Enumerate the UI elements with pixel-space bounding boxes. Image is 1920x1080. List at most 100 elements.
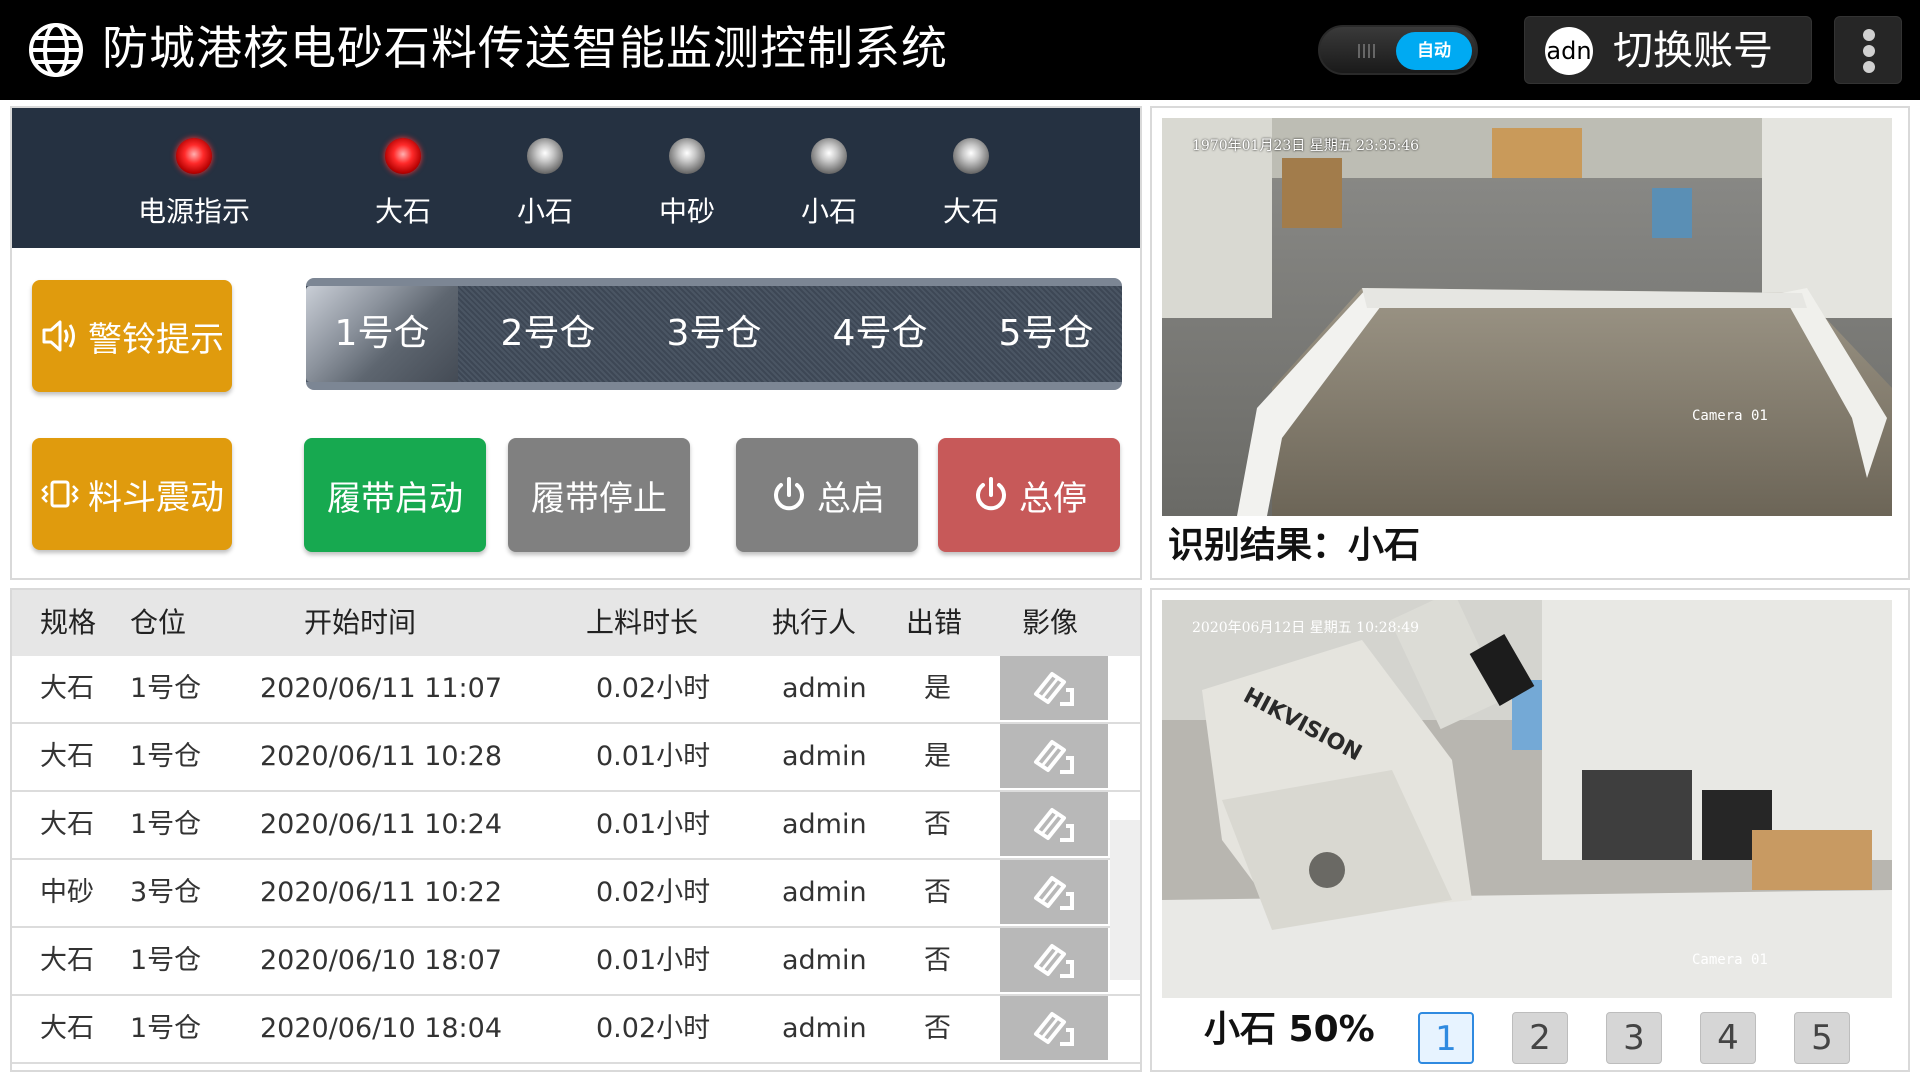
cell-operator: admin	[782, 1013, 867, 1044]
camera-1-name: Camera 01	[1692, 408, 1768, 424]
belt-stop-button[interactable]: 履带停止	[508, 438, 690, 552]
camera-feed-1[interactable]: 1970年01月23日 星期五 23:35:46 Camera 01	[1162, 118, 1892, 516]
table-row: 大石 1号仓 2020/06/11 10:28 0.01小时 admin 是	[12, 724, 1140, 792]
view-image-button[interactable]	[1000, 724, 1108, 788]
table-row: 中砂 3号仓 2020/06/11 10:22 0.02小时 admin 否	[12, 860, 1140, 928]
cell-operator: admin	[782, 741, 867, 772]
cell-bin: 1号仓	[130, 1013, 202, 1044]
indicator-power: 电源指示	[114, 108, 274, 248]
cell-spec: 中砂	[40, 877, 94, 908]
alarm-button[interactable]: 警铃提示	[32, 280, 232, 392]
cell-bin: 1号仓	[130, 945, 202, 976]
column-header-spec: 规格	[40, 606, 97, 639]
indicator-large-stone-2: 大石	[891, 108, 1051, 248]
view-image-button[interactable]	[1000, 860, 1108, 924]
indicator-label: 大石	[942, 195, 999, 228]
globe-icon	[29, 23, 83, 77]
cell-spec: 大石	[40, 809, 94, 840]
table-row: 大石 1号仓 2020/06/11 11:07 0.02小时 admin 是	[12, 656, 1140, 724]
bin-tabs: 1号仓 2号仓 3号仓 4号仓 5号仓	[306, 278, 1122, 390]
app-title: 防城港核电砂石料传送智能监测控制系统	[102, 21, 948, 75]
camera-feed-2[interactable]: HIKVISION 2020年06月12日 星期五 10:28:49 Camer…	[1162, 600, 1892, 998]
recognition-result: 识别结果：小石	[1168, 522, 1420, 570]
camera-panel-1: 1970年01月23日 星期五 23:35:46 Camera 01 识别结果：…	[1150, 106, 1910, 580]
cell-error: 是	[924, 673, 951, 704]
cell-duration: 0.02小时	[596, 877, 711, 908]
cell-duration: 0.02小时	[596, 673, 711, 704]
master-start-label: 总启	[817, 478, 885, 519]
indicator-label: 小石	[516, 195, 573, 228]
view-image-button[interactable]	[1000, 996, 1108, 1060]
switch-account-label: 切换账号	[1613, 28, 1773, 74]
table-header: 规格 仓位 开始时间 上料时长 执行人 出错 影像	[12, 590, 1140, 656]
view-image-button[interactable]	[1000, 792, 1108, 856]
cell-bin: 1号仓	[130, 741, 202, 772]
cell-start-time: 2020/06/11 11:07	[260, 673, 503, 704]
camera-feed-image: 1970年01月23日 星期五 23:35:46 Camera 01	[1162, 118, 1892, 516]
cell-operator: admin	[782, 809, 867, 840]
tab-bin-5[interactable]: 5号仓	[966, 286, 1126, 382]
master-start-button[interactable]: 总启	[736, 438, 918, 552]
camera-select-4[interactable]: 4	[1700, 1012, 1756, 1064]
master-stop-button[interactable]: 总停	[938, 438, 1120, 552]
cell-error: 否	[924, 1013, 951, 1044]
belt-start-button[interactable]: 履带启动	[304, 438, 486, 552]
image-view-icon	[1034, 1012, 1074, 1046]
cell-error: 否	[924, 809, 951, 840]
kebab-dot-icon	[1863, 61, 1875, 73]
column-header-bin: 仓位	[130, 606, 187, 639]
image-view-icon	[1034, 808, 1074, 842]
cell-operator: admin	[782, 945, 867, 976]
tab-bin-4[interactable]: 4号仓	[800, 286, 960, 382]
tab-bin-1[interactable]: 1号仓	[306, 286, 458, 382]
cell-error: 否	[924, 877, 951, 908]
indicator-lamp-icon	[176, 138, 212, 174]
cell-duration: 0.01小时	[596, 741, 711, 772]
column-header-duration: 上料时长	[586, 606, 699, 639]
table-row: 大石 1号仓 2020/06/10 18:04 0.02小时 admin 否	[12, 996, 1140, 1064]
camera-select-3[interactable]: 3	[1606, 1012, 1662, 1064]
image-view-icon	[1034, 944, 1074, 978]
hopper-vibrate-button[interactable]: 料斗震动	[32, 438, 232, 550]
indicator-label: 中砂	[658, 195, 715, 228]
master-stop-label: 总停	[1019, 478, 1087, 519]
image-view-icon	[1034, 740, 1074, 774]
column-header-operator: 执行人	[772, 606, 857, 639]
table-scrollbar[interactable]	[1110, 820, 1140, 980]
image-view-icon	[1034, 672, 1074, 706]
belt-start-label: 履带启动	[327, 478, 463, 519]
cell-duration: 0.01小时	[596, 809, 711, 840]
switch-account-button[interactable]: adn 切换账号	[1524, 16, 1812, 84]
recognition-confidence: 小石 50%	[1204, 1009, 1375, 1050]
speaker-icon	[42, 320, 75, 352]
indicator-medium-sand: 中砂	[607, 108, 767, 248]
indicator-large-stone: 大石	[323, 108, 483, 248]
camera-2-name: Camera 01	[1692, 952, 1768, 968]
indicator-bar: 电源指示 大石 小石 中砂 小石 大石	[12, 108, 1140, 248]
toggle-label: 自动	[1396, 32, 1472, 70]
indicator-label: 小石	[800, 195, 857, 228]
tab-bin-2[interactable]: 2号仓	[468, 286, 628, 382]
power-icon	[976, 477, 1006, 511]
column-header-image: 影像	[1022, 606, 1079, 639]
toggle-grip-icon	[1344, 41, 1388, 61]
cell-start-time: 2020/06/11 10:24	[260, 809, 503, 840]
cell-error: 否	[924, 945, 951, 976]
camera-select-1[interactable]: 1	[1418, 1012, 1474, 1064]
power-icon	[774, 477, 804, 511]
control-panel: 电源指示 大石 小石 中砂 小石 大石 警铃提示 1号仓 2号仓 3号仓 4号仓…	[10, 106, 1142, 580]
camera-panel-2: HIKVISION 2020年06月12日 星期五 10:28:49 Camer…	[1150, 588, 1910, 1072]
view-image-button[interactable]	[1000, 656, 1108, 720]
image-view-icon	[1034, 876, 1074, 910]
auto-mode-toggle[interactable]: 自动	[1318, 25, 1478, 75]
camera-select-2[interactable]: 2	[1512, 1012, 1568, 1064]
view-image-button[interactable]	[1000, 928, 1108, 992]
indicator-lamp-icon	[953, 138, 989, 174]
camera-2-timestamp: 2020年06月12日 星期五 10:28:49	[1192, 620, 1419, 636]
tab-bin-3[interactable]: 3号仓	[634, 286, 794, 382]
indicator-lamp-icon	[669, 138, 705, 174]
indicator-lamp-icon	[527, 138, 563, 174]
cell-spec: 大石	[40, 945, 94, 976]
more-menu-button[interactable]	[1834, 16, 1902, 84]
camera-select-5[interactable]: 5	[1794, 1012, 1850, 1064]
